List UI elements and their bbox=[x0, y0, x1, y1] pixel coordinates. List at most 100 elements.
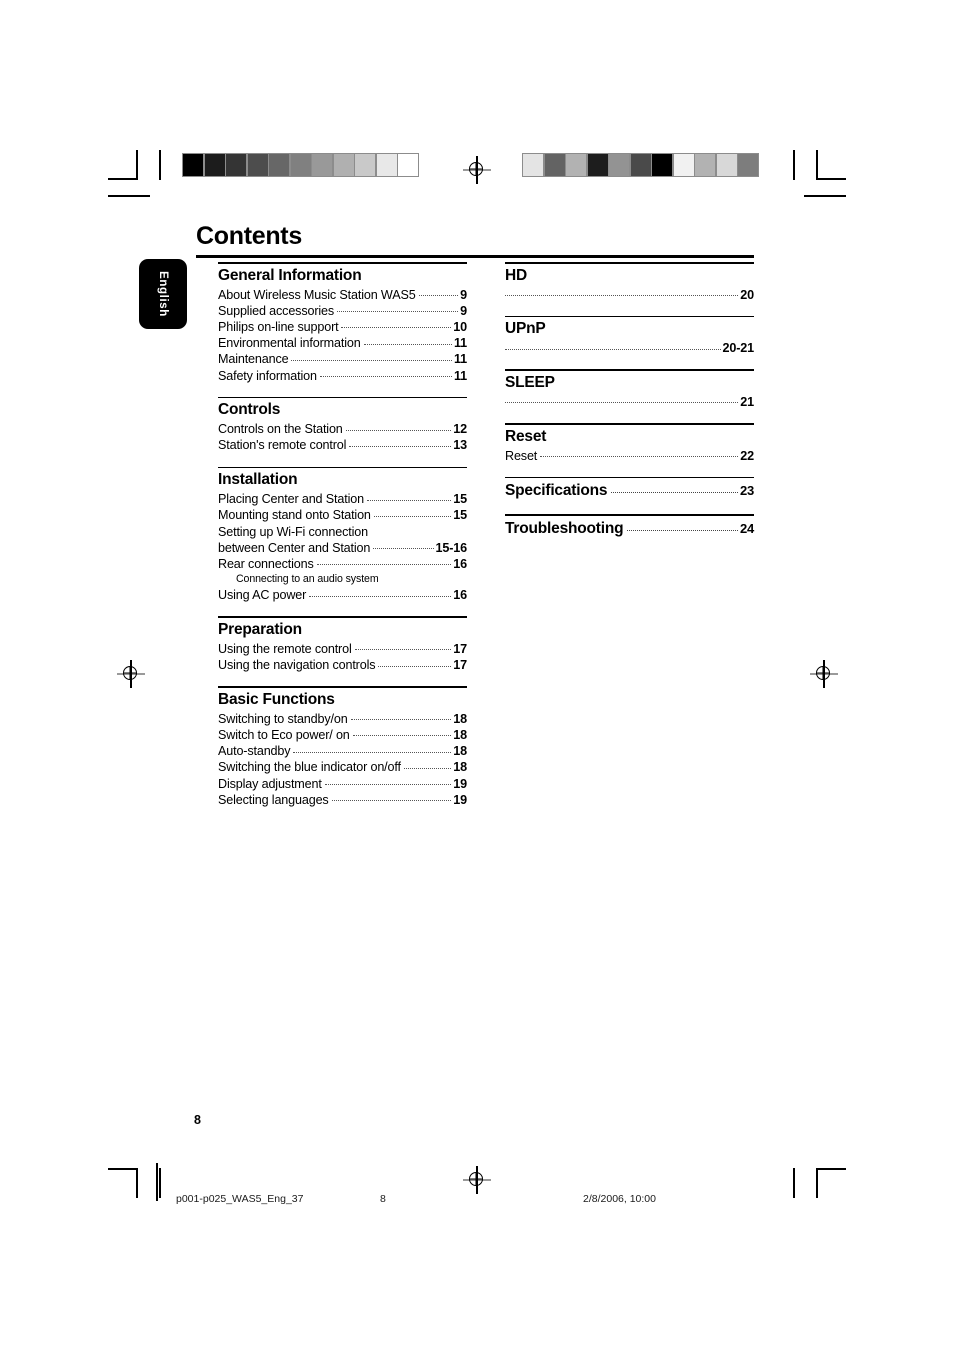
toc-entry-label: Placing Center and Station bbox=[218, 492, 364, 507]
page-title: Contents bbox=[196, 222, 302, 250]
toc-entry-label: Switch to Eco power/ on bbox=[218, 727, 350, 742]
toc-entry-label: Switching to standby/on bbox=[218, 711, 348, 726]
section-divider bbox=[218, 262, 467, 264]
leader-dots bbox=[505, 402, 739, 404]
toc-entry-label: Controls on the Station bbox=[218, 422, 343, 437]
toc-section-heading: General Information bbox=[218, 266, 362, 284]
toc-section: Preparation Using the remote control 17 Usi… bbox=[218, 616, 467, 673]
toc-entry[interactable]: 21 bbox=[505, 394, 754, 410]
language-tab-english: English bbox=[139, 259, 187, 329]
leader-dots bbox=[309, 595, 452, 597]
toc-entry-label: Display adjustment bbox=[218, 776, 322, 791]
toc-page-number: 18 bbox=[453, 727, 467, 742]
leader-dots bbox=[540, 456, 739, 458]
toc-section: UPnP 20-21 bbox=[505, 315, 754, 357]
toc-entry[interactable]: Using the remote control 17 bbox=[218, 641, 467, 657]
toc-entry[interactable]: Auto-standby 18 bbox=[218, 743, 467, 759]
toc-page-number: 19 bbox=[453, 776, 467, 791]
bleed-mark-top-left bbox=[108, 195, 150, 197]
toc-page-number: 18 bbox=[453, 711, 467, 726]
toc-page-number: 15 bbox=[453, 492, 467, 507]
toc-entry[interactable]: Philips on-line support 10 bbox=[218, 319, 467, 335]
toc-entry[interactable]: Supplied accessories 9 bbox=[218, 303, 467, 319]
footer-filename: p001-p025_WAS5_Eng_37 bbox=[176, 1193, 304, 1205]
section-divider bbox=[218, 616, 467, 618]
toc-section-heading: Installation bbox=[218, 471, 298, 489]
toc-section: Troubleshooting 24 bbox=[505, 514, 754, 539]
toc-entry-label: Auto-standby bbox=[218, 744, 291, 759]
toc-section-heading-link[interactable]: Specifications 23 bbox=[505, 480, 754, 501]
toc-section-heading-link[interactable]: Troubleshooting 24 bbox=[505, 518, 754, 539]
leader-dots bbox=[324, 784, 452, 786]
trim-tick-bottom-left bbox=[159, 1168, 161, 1198]
grayscale-swatch-4 bbox=[269, 154, 289, 176]
grayscale-swatch-8 bbox=[695, 154, 715, 176]
trim-tick-top-left bbox=[159, 150, 161, 180]
toc-section: Specifications 23 bbox=[505, 476, 754, 502]
toc-page-number: 24 bbox=[739, 520, 754, 536]
toc-entry[interactable]: Placing Center and Station 15 bbox=[218, 491, 467, 507]
toc-entry[interactable]: About Wireless Music Station WAS5 9 bbox=[218, 287, 467, 303]
registration-mark-top-center bbox=[463, 156, 491, 184]
toc-entry[interactable]: Reset 22 bbox=[505, 448, 754, 464]
toc-page-number: 21 bbox=[740, 394, 754, 409]
grayscale-swatch-5 bbox=[290, 154, 311, 176]
toc-entry[interactable]: Selecting languages 19 bbox=[218, 792, 467, 808]
toc-page-number: 11 bbox=[453, 336, 467, 351]
grayscale-swatch-10 bbox=[738, 154, 758, 176]
toc-page-number: 16 bbox=[453, 588, 467, 603]
toc-entry[interactable]: 20-21 bbox=[505, 340, 754, 356]
toc-page-number: 18 bbox=[453, 744, 467, 759]
toc-entry-label: Reset bbox=[505, 448, 538, 463]
grayscale-swatch-3 bbox=[247, 154, 268, 176]
grayscale-swatch-9 bbox=[376, 154, 397, 176]
toc-entry[interactable]: Mounting stand onto Station 15 bbox=[218, 507, 467, 523]
grayscale-swatch-6 bbox=[652, 154, 672, 176]
toc-section: HD 20 bbox=[505, 262, 754, 303]
crop-mark-bottom-right-vertical bbox=[816, 1168, 818, 1198]
section-divider bbox=[505, 315, 754, 318]
section-divider bbox=[505, 476, 754, 479]
leader-dots bbox=[373, 548, 434, 550]
registration-mark-bottom-center bbox=[463, 1166, 491, 1194]
toc-entry[interactable]: Maintenance 11 bbox=[218, 351, 467, 367]
section-divider bbox=[218, 396, 467, 399]
grayscale-swatch-3 bbox=[587, 154, 608, 176]
toc-entry[interactable]: Controls on the Station 12 bbox=[218, 421, 467, 437]
toc-entry-label: Maintenance bbox=[218, 352, 289, 367]
toc-entry[interactable]: between Center and Station 15-16 bbox=[218, 540, 467, 556]
toc-page-number: 17 bbox=[453, 641, 467, 656]
toc-section-heading: HD bbox=[505, 266, 527, 284]
grayscale-swatch-7 bbox=[673, 154, 694, 176]
toc-entry[interactable]: Switch to Eco power/ on 18 bbox=[218, 727, 467, 743]
toc-entry[interactable]: Switching to standby/on 18 bbox=[218, 711, 467, 727]
toc-section-heading: UPnP bbox=[505, 320, 546, 338]
toc-entry[interactable]: Display adjustment 19 bbox=[218, 776, 467, 792]
toc-entry[interactable]: Environmental information 11 bbox=[218, 335, 467, 351]
grayscale-swatch-10 bbox=[398, 154, 418, 176]
title-divider bbox=[196, 255, 754, 259]
leader-dots bbox=[337, 311, 459, 313]
toc-entry[interactable]: Setting up Wi-Fi connection bbox=[218, 524, 467, 540]
trim-tick-bottom-right bbox=[793, 1168, 795, 1198]
toc-entry[interactable]: Using AC power 16 bbox=[218, 587, 467, 603]
section-divider bbox=[218, 686, 467, 688]
leader-dots bbox=[331, 800, 452, 802]
leader-dots bbox=[366, 499, 452, 501]
crop-mark-bottom-right-horizontal bbox=[816, 1168, 846, 1170]
toc-entry[interactable]: Using the navigation controls 17 bbox=[218, 657, 467, 673]
grayscale-swatch-1 bbox=[204, 154, 225, 176]
toc-entry[interactable]: Safety information 11 bbox=[218, 368, 467, 384]
leader-dots bbox=[349, 445, 452, 447]
grayscale-swatch-9 bbox=[716, 154, 737, 176]
toc-entry[interactable]: Switching the blue indicator on/off 18 bbox=[218, 759, 467, 775]
toc-entry[interactable]: Rear connections 16 bbox=[218, 556, 467, 572]
toc-entry-label: Environmental information bbox=[218, 336, 361, 351]
toc-entry[interactable]: Station's remote control 13 bbox=[218, 437, 467, 453]
crop-mark-top-right-vertical bbox=[816, 150, 818, 180]
toc-section-heading: Basic Functions bbox=[218, 690, 335, 708]
grayscale-calibration-bar-left bbox=[182, 153, 419, 177]
leader-dots bbox=[505, 348, 721, 350]
toc-entry-label: Using the navigation controls bbox=[218, 658, 376, 673]
toc-entry[interactable]: 20 bbox=[505, 287, 754, 303]
